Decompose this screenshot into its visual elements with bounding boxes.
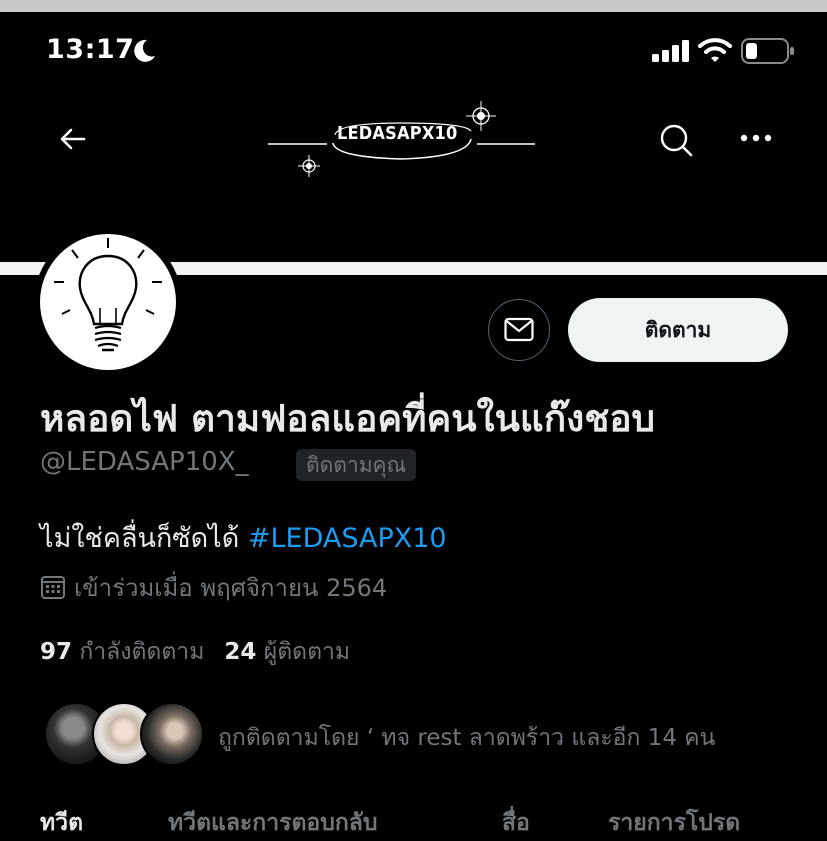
profile-nav-bar: LEDASAPX10 — [0, 95, 827, 185]
wifi-icon — [698, 38, 732, 62]
followers-link[interactable]: 24 ผู้ติดตาม — [224, 639, 350, 665]
profile-bio: ไม่ใช่คลื่นก็ซัดได้ #LEDASAPX10 — [40, 516, 447, 559]
signal-icon — [652, 40, 689, 62]
calendar-icon — [41, 576, 65, 599]
moon-icon — [134, 39, 155, 62]
message-button[interactable] — [488, 299, 550, 361]
search-icon[interactable] — [658, 122, 694, 158]
avatar[interactable] — [40, 234, 176, 370]
following-count: 97 — [40, 639, 73, 665]
profile-tabs: ทวีต ทวีตและการตอบกลับ สื่อ รายการโปรด — [40, 805, 827, 836]
envelope-icon — [504, 317, 534, 342]
joined-date: เข้าร่วมเมื่อ พฤศจิกายน 2564 — [40, 568, 387, 607]
followers-count: 24 — [224, 639, 257, 665]
tab-media[interactable]: สื่อ — [502, 805, 530, 841]
follow-button[interactable]: ติดตาม — [568, 298, 788, 362]
profile-display-name: หลอดไฟ ตามฟอลแอคที่คนในแก๊งชอบ — [40, 397, 656, 440]
lightbulb-icon — [54, 238, 162, 352]
bio-hashtag-link[interactable]: #LEDASAPX10 — [248, 523, 447, 554]
back-arrow-icon[interactable] — [56, 122, 90, 156]
status-bar: 13:17 — [0, 12, 827, 90]
follower-avatar — [140, 702, 204, 766]
followed-by-text: ถูกติดตามโดย ‘ ทจ rest ลาดพร้าว และอีก 1… — [218, 725, 716, 751]
joined-text: เข้าร่วมเมื่อ พฤศจิกายน 2564 — [74, 574, 388, 602]
status-time: 13:17 — [46, 34, 135, 65]
battery-icon — [741, 38, 794, 64]
bio-text: ไม่ใช่คลื่นก็ซัดได้ — [40, 523, 248, 554]
following-label: กำลังติดตาม — [79, 639, 205, 665]
follow-counts: 97 กำลังติดตาม 24 ผู้ติดตาม — [40, 634, 350, 670]
followed-by-row[interactable]: ถูกติดตามโดย ‘ ทจ rest ลาดพร้าว และอีก 1… — [44, 702, 804, 772]
header-logo: LEDASAPX10 — [265, 95, 540, 185]
tab-likes[interactable]: รายการโปรด — [608, 805, 740, 841]
following-link[interactable]: 97 กำลังติดตาม — [40, 639, 204, 665]
profile-handle: @LEDASAP10X_ — [40, 447, 249, 477]
top-strip — [0, 0, 827, 12]
tab-tweets[interactable]: ทวีต — [40, 805, 83, 841]
tab-tweets-replies[interactable]: ทวีตและการตอบกลับ — [168, 805, 377, 841]
follows-you-badge: ติดตามคุณ — [296, 449, 417, 481]
logo-text: LEDASAPX10 — [337, 123, 458, 144]
followers-label: ผู้ติดตาม — [263, 639, 351, 665]
more-icon[interactable] — [740, 133, 772, 143]
